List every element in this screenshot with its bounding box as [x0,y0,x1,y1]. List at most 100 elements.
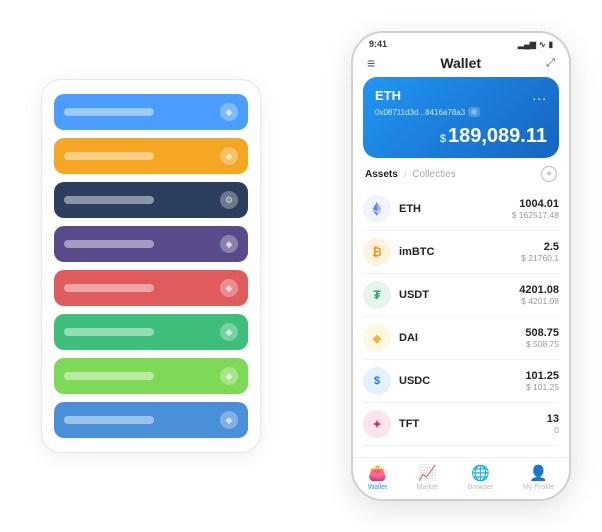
eth-card-address: 0x08711d3d...8416a78a3 ⊞ [375,107,547,117]
nav-browser[interactable]: 🌐 Browser [468,464,494,491]
eth-currency-symbol: $ [440,133,446,145]
asset-name-dai: DAI [399,332,418,344]
nav-market[interactable]: 📈 Market [417,464,438,491]
stack-item-7[interactable]: ◆ [54,358,248,394]
asset-icon-eth [363,195,391,223]
asset-right-usdt: 4201.08 $ 4201.08 [519,284,559,306]
add-icon: + [546,169,552,180]
stack-item-icon-3: ⚙ [220,191,238,209]
stack-item-icon-5: ◆ [220,279,238,297]
asset-usd-eth: $ 162517.48 [512,210,559,220]
stack-item-icon-1: ◆ [220,103,238,121]
tab-collecties[interactable]: Collecties [412,169,455,180]
stack-item-label-2 [64,152,154,160]
eth-card-menu[interactable]: ... [532,87,547,103]
asset-left-usdt: ₮ USDT [363,281,429,309]
nav-wallet[interactable]: 👛 Wallet [368,464,387,491]
asset-left-tft: ✦ TFT [363,410,419,438]
eth-card-name: ETH [375,88,401,103]
stack-item-icon-6: ◆ [220,323,238,341]
asset-icon-usdt: ₮ [363,281,391,309]
phone-header: ≡ Wallet ⤢ [353,51,569,77]
wifi-icon: ∿ [539,40,546,49]
stack-item-icon-7: ◆ [220,367,238,385]
asset-amount-tft: 13 [547,413,559,425]
asset-amount-dai: 508.75 [525,327,559,339]
asset-usd-imbtc: $ 21760.1 [521,253,559,263]
eth-balance-amount: 189,089.11 [448,125,547,147]
asset-row-tft[interactable]: ✦ TFT 13 0 [363,403,559,446]
asset-right-imbtc: 2.5 $ 21760.1 [521,241,559,263]
bottom-nav: 👛 Wallet 📈 Market 🌐 Browser 👤 My Profile [353,457,569,499]
asset-usd-usdc: $ 101.25 [525,382,559,392]
status-bar: 9:41 ▂▄▆ ∿ ▮ [353,33,569,51]
asset-list: ETH 1004.01 $ 162517.48 ₿ imBTC 2.5 $ 21… [353,188,569,457]
asset-amount-imbtc: 2.5 [521,241,559,253]
nav-profile[interactable]: 👤 My Profile [523,464,554,491]
stack-item-icon-4: ◆ [220,235,238,253]
stack-item-label-3 [64,196,154,204]
assets-header: Assets / Collecties + [353,166,569,188]
stack-item-icon-8: ◆ [220,411,238,429]
market-nav-label: Market [417,484,438,491]
scene: ◆ ◆ ⚙ ◆ ◆ ◆ ◆ ◆ [21,16,581,516]
asset-left-eth: ETH [363,195,421,223]
status-icons: ▂▄▆ ∿ ▮ [518,40,553,49]
stack-item-label-7 [64,372,154,380]
asset-usd-usdt: $ 4201.08 [519,296,559,306]
stack-item-8[interactable]: ◆ [54,402,248,438]
profile-nav-icon: 👤 [529,464,548,482]
asset-right-tft: 13 0 [547,413,559,435]
asset-name-usdt: USDT [399,289,429,301]
asset-amount-usdc: 101.25 [525,370,559,382]
asset-left-imbtc: ₿ imBTC [363,238,434,266]
expand-icon[interactable]: ⤢ [546,57,555,70]
stack-item-2[interactable]: ◆ [54,138,248,174]
browser-nav-label: Browser [468,484,494,491]
asset-name-imbtc: imBTC [399,246,434,258]
card-stack: ◆ ◆ ⚙ ◆ ◆ ◆ ◆ ◆ [41,79,261,453]
eth-card[interactable]: ETH ... 0x08711d3d...8416a78a3 ⊞ $189,08… [363,77,559,158]
asset-usd-tft: 0 [547,425,559,435]
asset-row-imbtc[interactable]: ₿ imBTC 2.5 $ 21760.1 [363,231,559,274]
stack-item-3[interactable]: ⚙ [54,182,248,218]
asset-icon-imbtc: ₿ [363,238,391,266]
asset-left-usdc: $ USDC [363,367,430,395]
eth-address-badge: ⊞ [468,107,480,117]
eth-card-top: ETH ... [375,87,547,103]
market-nav-icon: 📈 [418,464,437,482]
assets-tabs: Assets / Collecties [365,169,456,180]
eth-card-balance: $189,089.11 [375,125,547,148]
asset-amount-usdt: 4201.08 [519,284,559,296]
battery-icon: ▮ [549,40,553,49]
stack-item-1[interactable]: ◆ [54,94,248,130]
stack-item-label-5 [64,284,154,292]
asset-icon-dai: ◈ [363,324,391,352]
asset-icon-usdc: $ [363,367,391,395]
asset-left-dai: ◈ DAI [363,324,418,352]
profile-nav-label: My Profile [523,484,554,491]
menu-icon[interactable]: ≡ [367,55,375,71]
signal-icon: ▂▄▆ [518,40,536,49]
asset-row-dai[interactable]: ◈ DAI 508.75 $ 508.75 [363,317,559,360]
asset-right-eth: 1004.01 $ 162517.48 [512,198,559,220]
add-asset-button[interactable]: + [541,166,557,182]
asset-name-usdc: USDC [399,375,430,387]
asset-row-eth[interactable]: ETH 1004.01 $ 162517.48 [363,188,559,231]
stack-item-4[interactable]: ◆ [54,226,248,262]
status-time: 9:41 [369,39,387,49]
tab-separator: / [404,169,407,179]
stack-item-label-8 [64,416,154,424]
stack-item-label-6 [64,328,154,336]
asset-icon-tft: ✦ [363,410,391,438]
asset-name-eth: ETH [399,203,421,215]
stack-item-5[interactable]: ◆ [54,270,248,306]
stack-item-icon-2: ◆ [220,147,238,165]
wallet-nav-icon: 👛 [368,464,387,482]
tab-assets[interactable]: Assets [365,169,398,180]
stack-item-6[interactable]: ◆ [54,314,248,350]
asset-row-usdt[interactable]: ₮ USDT 4201.08 $ 4201.08 [363,274,559,317]
stack-item-label-4 [64,240,154,248]
asset-row-usdc[interactable]: $ USDC 101.25 $ 101.25 [363,360,559,403]
asset-right-usdc: 101.25 $ 101.25 [525,370,559,392]
